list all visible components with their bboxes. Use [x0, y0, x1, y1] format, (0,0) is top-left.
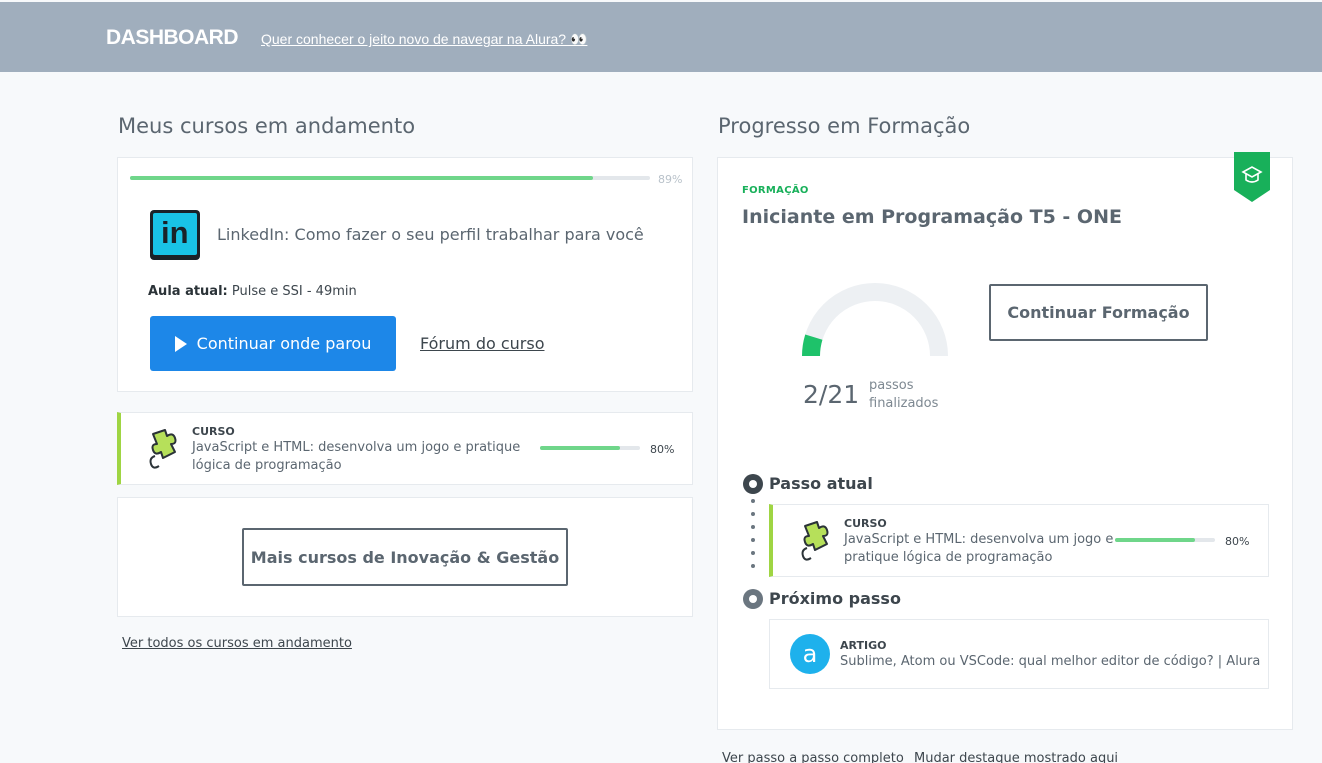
dashboard-title: DASHBOARD — [106, 26, 239, 49]
more-courses-button[interactable]: Mais cursos de Inovação & Gestão — [242, 528, 568, 586]
current-lesson-label: Aula atual: — [148, 284, 228, 299]
linkedin-logo-icon: in — [150, 210, 200, 260]
alura-article-icon: a — [790, 634, 830, 674]
continue-formation-button[interactable]: Continuar Formação — [989, 284, 1208, 341]
formation-progress-gauge — [802, 283, 948, 357]
continue-course-label: Continuar onde parou — [196, 334, 372, 353]
puzzle-icon — [149, 429, 177, 469]
change-highlight-link[interactable]: Mudar destaque mostrado aqui — [914, 751, 1118, 763]
current-step-percent: 80% — [1225, 535, 1250, 548]
course-item-progress — [540, 446, 640, 450]
course-list-item[interactable]: CURSO JavaScript e HTML: desenvolva um j… — [117, 412, 693, 485]
next-step-kind: ARTIGO — [840, 639, 887, 652]
formation-card: FORMAÇÃO Iniciante em Programação T5 - O… — [717, 152, 1293, 730]
course-kind: CURSO — [192, 425, 235, 438]
formation-title[interactable]: Iniciante em Programação T5 - ONE — [742, 206, 1122, 228]
course-item-title: JavaScript e HTML: desenvolva um jogo e … — [192, 440, 521, 473]
play-icon — [174, 335, 187, 352]
current-step-title: JavaScript e HTML: desenvolva um jogo e … — [844, 532, 1114, 565]
timeline-connector — [751, 499, 755, 577]
formation-footer-links: Ver passo a passo completo Mudar destaqu… — [722, 751, 1124, 763]
course-item-progress-fill — [540, 446, 620, 450]
next-step-item[interactable]: a ARTIGO Sublime, Atom ou VSCode: qual m… — [769, 619, 1269, 689]
courses-section-title: Meus cursos em andamento — [118, 114, 416, 138]
more-courses-card: Mais cursos de Inovação & Gestão — [117, 497, 693, 617]
featured-course-progress — [130, 176, 650, 180]
course-item-percent: 80% — [650, 443, 675, 456]
next-step-marker — [743, 589, 763, 609]
puzzle-icon — [801, 521, 829, 561]
featured-course-progress-fill — [130, 176, 593, 180]
graduation-cap-icon — [1234, 152, 1270, 202]
top-header: DASHBOARD Quer conhecer o jeito novo de … — [0, 2, 1322, 72]
current-step-marker — [743, 474, 763, 494]
current-step-item[interactable]: CURSO JavaScript e HTML: desenvolva um j… — [769, 504, 1269, 577]
new-navigation-link[interactable]: Quer conhecer o jeito novo de navegar na… — [261, 31, 587, 48]
current-lesson-value: Pulse e SSI - 49min — [231, 284, 357, 299]
current-step-progress-fill — [1115, 538, 1195, 542]
featured-course-percent: 89% — [658, 173, 683, 186]
current-step-label: Passo atual — [769, 474, 873, 493]
next-step-title: Sublime, Atom ou VSCode: qual melhor edi… — [840, 654, 1261, 669]
current-step-kind: CURSO — [844, 517, 887, 530]
featured-course-card: 89% in LinkedIn: Como fazer o seu perfil… — [117, 157, 693, 392]
current-lesson: Aula atual: Pulse e SSI - 49min — [148, 284, 357, 299]
steps-label: passos finalizados — [869, 378, 939, 411]
formation-tag: FORMAÇÃO — [742, 185, 809, 196]
featured-course-title[interactable]: LinkedIn: Como fazer o seu perfil trabal… — [217, 225, 644, 244]
continue-course-button[interactable]: Continuar onde parou — [150, 316, 396, 371]
full-steps-link[interactable]: Ver passo a passo completo — [722, 751, 904, 763]
see-all-courses-link[interactable]: Ver todos os cursos em andamento — [122, 636, 352, 651]
course-forum-link[interactable]: Fórum do curso — [420, 334, 544, 353]
next-step-label: Próximo passo — [769, 589, 901, 608]
current-step-progress — [1115, 538, 1215, 542]
formation-section-title: Progresso em Formação — [718, 114, 971, 138]
steps-count: 2/21 — [803, 380, 860, 409]
